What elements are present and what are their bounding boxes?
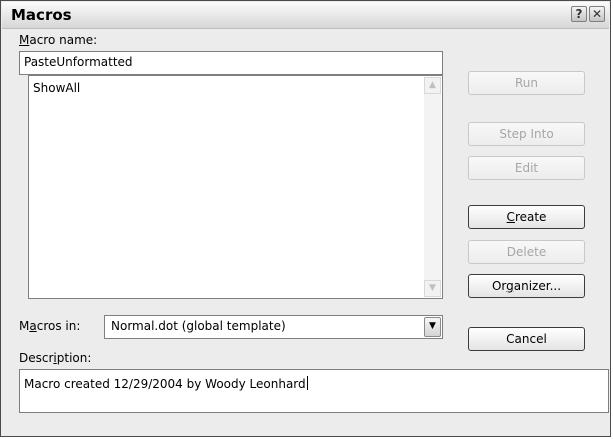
description-label-rest: ption:	[56, 351, 92, 365]
macro-name-value: PasteUnformatted	[24, 55, 133, 69]
description-field[interactable]: Macro created 12/29/2004 by Woody Leonha…	[19, 369, 609, 413]
macros-in-label-rest: cros in:	[36, 319, 81, 333]
macro-name-input[interactable]: PasteUnformatted	[19, 51, 443, 75]
help-icon: ?	[575, 7, 583, 21]
edit-button[interactable]: Edit	[468, 156, 585, 180]
organizer-button[interactable]: Organizer...	[468, 274, 585, 298]
macro-name-label-mnemonic: M	[19, 33, 30, 47]
scroll-down-icon[interactable]: ▼	[424, 280, 441, 297]
description-value: Macro created 12/29/2004 by Woody Leonha…	[24, 377, 306, 391]
close-button[interactable]: ✕	[589, 6, 605, 22]
create-label: reate	[514, 210, 547, 224]
macros-in-select[interactable]: Normal.dot (global template) ▼	[104, 315, 443, 339]
macro-list[interactable]: ShowAll ▲ ▼	[28, 75, 443, 299]
macros-in-label-pre: M	[19, 319, 30, 333]
dialog-title: Macros	[11, 6, 72, 24]
create-button[interactable]: Create	[468, 205, 585, 229]
macro-name-label: Macro name:	[19, 33, 97, 47]
macros-in-label: Macros in:	[19, 319, 80, 333]
help-button[interactable]: ?	[571, 6, 587, 22]
macro-name-label-text: acro name:	[29, 33, 98, 47]
macros-in-mnemonic: a	[29, 319, 37, 333]
run-button[interactable]: Run	[468, 71, 585, 95]
organizer-label-rest: anizer...	[513, 279, 562, 293]
title-bar: Macros ? ✕	[2, 2, 609, 29]
cancel-button[interactable]: Cancel	[468, 327, 585, 351]
chevron-down-icon[interactable]: ▼	[424, 317, 441, 337]
list-item[interactable]: ShowAll	[33, 81, 80, 95]
delete-button[interactable]: Delete	[468, 240, 585, 264]
step-into-button[interactable]: Step Into	[468, 122, 585, 146]
list-scrollbar[interactable]: ▲ ▼	[424, 77, 441, 297]
close-icon: ✕	[591, 7, 603, 21]
macros-dialog: Macros ? ✕ Macro name: PasteUnformatted …	[0, 0, 611, 437]
macros-in-value: Normal.dot (global template)	[111, 319, 286, 333]
scroll-up-icon[interactable]: ▲	[424, 77, 441, 94]
organizer-label-pre: Or	[491, 279, 507, 293]
description-label: Description:	[19, 351, 91, 365]
description-label-pre: Descr	[19, 351, 54, 365]
text-caret	[306, 376, 308, 390]
organizer-mnemonic: g	[506, 279, 514, 293]
create-mnemonic: C	[506, 210, 515, 224]
